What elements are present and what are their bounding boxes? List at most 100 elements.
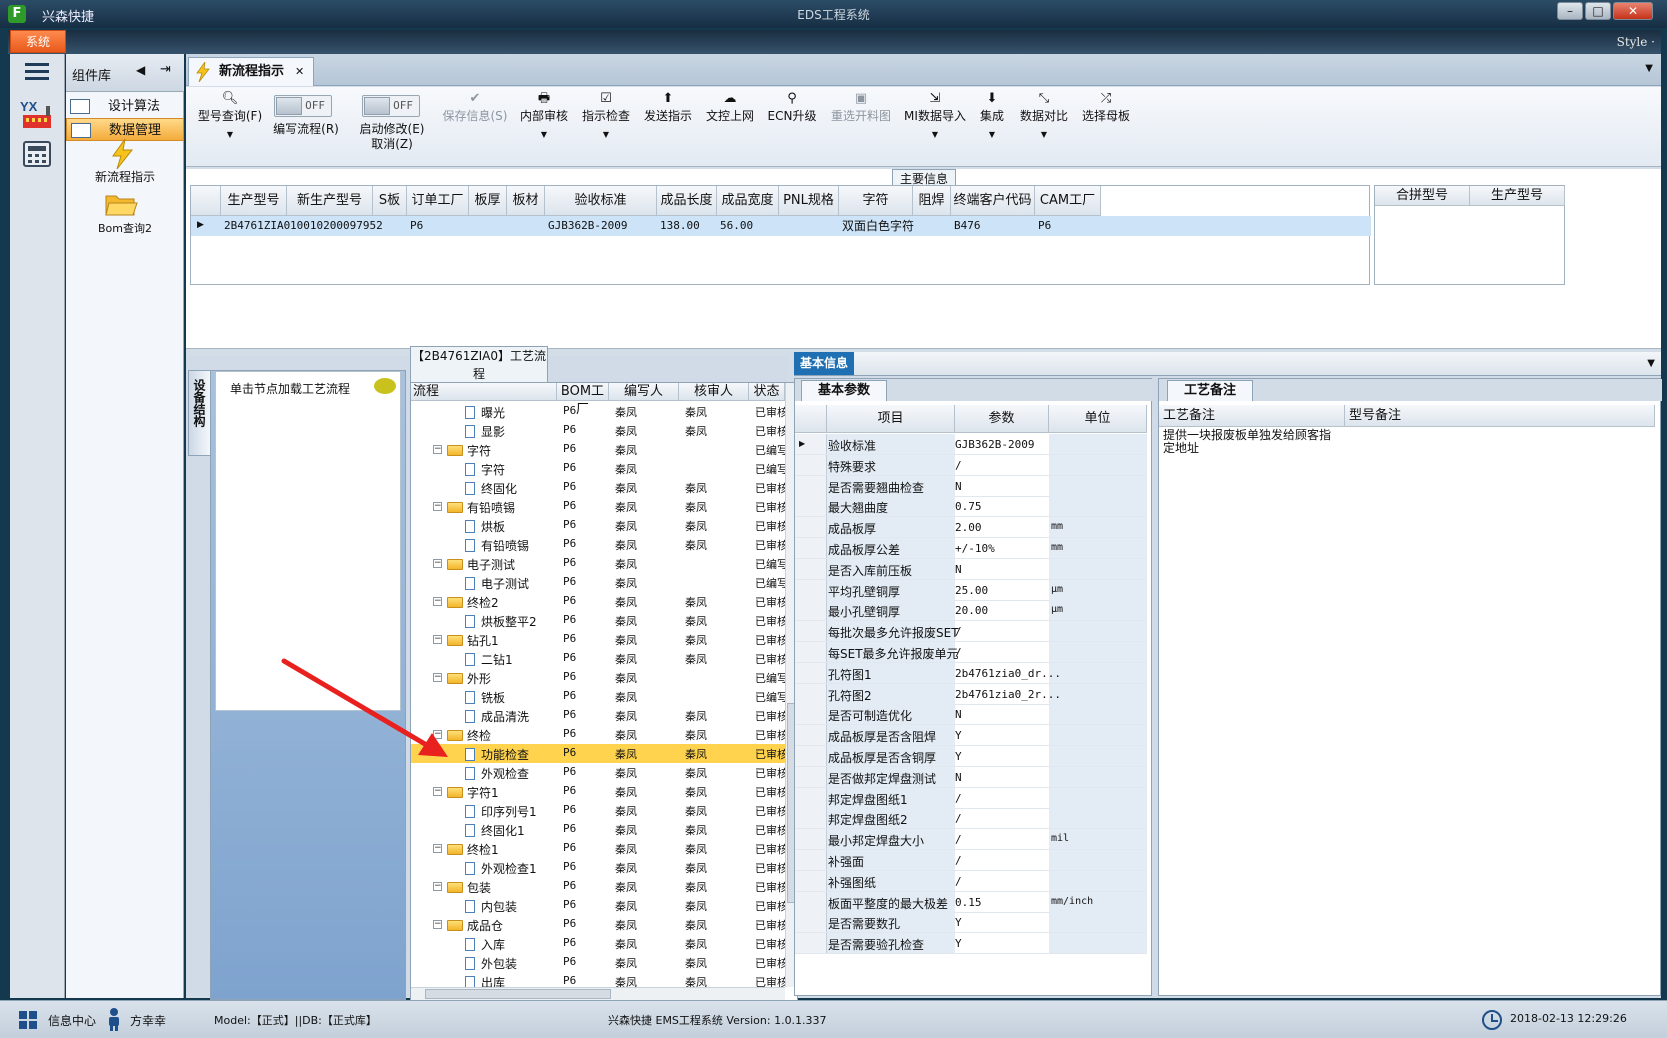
tree-row[interactable]: − 终检2 P6 秦凤 秦凤 已审核 xyxy=(411,592,795,611)
row-selector[interactable] xyxy=(795,579,827,600)
row-selector[interactable] xyxy=(795,475,827,496)
scrollbar-thumb[interactable] xyxy=(425,989,611,999)
row-selector[interactable] xyxy=(795,704,827,725)
row-selector[interactable] xyxy=(795,912,827,933)
param-row[interactable]: 成品板厚公差 +/-10% mm xyxy=(795,538,1147,559)
collapse-toggle-icon[interactable]: − xyxy=(433,787,442,796)
tree-row[interactable]: 印序列号1 P6 秦凤 秦凤 已审核 xyxy=(411,801,795,820)
col-header[interactable]: 合拼型号 xyxy=(1375,186,1470,206)
send-instruction-button[interactable]: ⬆ 发送指示 xyxy=(640,91,696,124)
tree-row[interactable]: 有铅喷锡 P6 秦凤 秦凤 已审核 xyxy=(411,535,795,554)
col-header[interactable]: 工艺备注 xyxy=(1159,405,1345,427)
mi-data-import-button[interactable]: ⇲ MI数据导入 ▼ xyxy=(902,91,968,139)
system-menu[interactable]: 系统 xyxy=(10,30,66,53)
col-header[interactable]: 项目 xyxy=(827,405,955,433)
col-header[interactable]: CAM工厂 xyxy=(1035,186,1101,216)
tree-row[interactable]: − 字符 P6 秦凤 已编写 xyxy=(411,440,795,459)
folder-open-icon[interactable] xyxy=(104,192,138,218)
tree-row[interactable]: 成品清洗 P6 秦凤 秦凤 已审核 xyxy=(411,706,795,725)
reselect-cutting-button[interactable]: ▣ 重选开料图 xyxy=(826,91,896,124)
internal-review-button[interactable]: 🖶 内部审核 ▼ xyxy=(516,91,572,139)
data-compare-button[interactable]: ⤡ 数据对比 ▼ xyxy=(1016,91,1072,139)
param-row[interactable]: 板面平整度的最大极差 0.15 mm/inch xyxy=(795,891,1147,913)
tab-close-icon[interactable]: ✕ xyxy=(295,58,304,85)
tree-row[interactable]: 入库 P6 秦凤 秦凤 已审核 xyxy=(411,934,795,953)
col-header[interactable]: 生产型号 xyxy=(221,186,287,216)
row-selector[interactable] xyxy=(795,746,827,766)
tree-row[interactable]: 外观检查1 P6 秦凤 秦凤 已审核 xyxy=(411,858,795,877)
tree-row[interactable]: − 电子测试 P6 秦凤 已编写 xyxy=(411,554,795,573)
row-selector[interactable] xyxy=(795,808,827,829)
col-header[interactable]: S板 xyxy=(373,186,407,216)
tree-row[interactable]: − 钻孔1 P6 秦凤 秦凤 已审核 xyxy=(411,630,795,649)
param-row[interactable]: 是否需要数孔 Y xyxy=(795,912,1147,934)
param-row[interactable]: 每SET最多允许报废单元 / xyxy=(795,642,1147,663)
ecn-upgrade-button[interactable]: ⚲ ECN升级 xyxy=(764,91,820,124)
calculator-icon[interactable] xyxy=(21,140,53,170)
close-window-button[interactable]: ✕ xyxy=(1613,2,1653,20)
maximize-button[interactable]: □ xyxy=(1585,2,1611,20)
row-selector[interactable] xyxy=(795,766,827,787)
col-header[interactable]: 型号备注 xyxy=(1345,405,1655,427)
col-header[interactable]: 验收标准 xyxy=(545,186,657,216)
minimize-button[interactable]: – xyxy=(1557,2,1583,20)
tree-row[interactable]: − 终检 P6 秦凤 秦凤 已审核 xyxy=(411,725,795,744)
row-selector[interactable] xyxy=(795,662,827,683)
param-row[interactable]: 成品板厚是否含阻焊 Y xyxy=(795,725,1147,747)
tab-process-notes[interactable]: 工艺备注 xyxy=(1167,380,1253,401)
tree-row[interactable]: 内包装 P6 秦凤 秦凤 已审核 xyxy=(411,896,795,915)
param-row[interactable]: 孔符图1 2b4761zia0_dr... xyxy=(795,662,1147,684)
row-selector[interactable] xyxy=(795,787,827,808)
collapse-left-icon[interactable]: ◀ xyxy=(136,63,145,77)
lightning-icon[interactable] xyxy=(108,138,138,170)
collapse-toggle-icon[interactable]: − xyxy=(433,597,442,606)
col-header[interactable]: 单位 xyxy=(1049,405,1147,433)
style-menu[interactable]: Style · xyxy=(1617,35,1655,49)
col-header[interactable]: 新生产型号 xyxy=(287,186,373,216)
row-selector[interactable] xyxy=(795,517,827,538)
select-motherboard-button[interactable]: ⤮ 选择母板 xyxy=(1078,91,1134,124)
row-selector[interactable] xyxy=(795,496,827,517)
vertical-tab-device[interactable]: 设备结构 xyxy=(188,370,210,456)
col-header[interactable]: 成品宽度 xyxy=(717,186,779,216)
row-selector[interactable] xyxy=(795,683,827,704)
factory-logo-icon[interactable]: YX xyxy=(19,98,55,130)
param-row[interactable]: 平均孔壁铜厚 25.00 μm xyxy=(795,579,1147,601)
col-header[interactable]: 终端客户代码 xyxy=(951,186,1035,216)
row-selector[interactable] xyxy=(795,829,827,850)
col-header[interactable]: 字符 xyxy=(839,186,913,216)
tree-row[interactable]: − 成品仓 P6 秦凤 秦凤 已审核 xyxy=(411,915,795,934)
param-row[interactable]: 是否做邦定焊盘测试 N xyxy=(795,766,1147,788)
tree-row[interactable]: 烘板 P6 秦凤 秦凤 已审核 xyxy=(411,516,795,535)
param-row[interactable]: 是否可制造优化 N xyxy=(795,704,1147,726)
row-selector[interactable] xyxy=(795,558,827,579)
enable-edit-toggle[interactable]: OFF xyxy=(362,95,420,117)
tree-row[interactable]: 外包装 P6 秦凤 秦凤 已审核 xyxy=(411,953,795,972)
param-row[interactable]: 邦定焊盘图纸2 / xyxy=(795,808,1147,830)
tree-row[interactable]: 电子测试 P6 秦凤 已编写 xyxy=(411,573,795,592)
row-selector[interactable] xyxy=(795,454,827,475)
grid-icon[interactable] xyxy=(18,1010,38,1030)
tree-row[interactable]: 终固化 P6 秦凤 秦凤 已审核 xyxy=(411,478,795,497)
param-row[interactable]: 最小邦定焊盘大小 / mil xyxy=(795,829,1147,851)
info-center-link[interactable]: 信息中心 xyxy=(48,1012,96,1029)
row-selector[interactable] xyxy=(795,850,827,870)
collapse-toggle-icon[interactable]: − xyxy=(433,445,442,454)
tree-row[interactable]: − 终检1 P6 秦凤 秦凤 已审核 xyxy=(411,839,795,858)
param-row[interactable]: 成品板厚是否含铜厚 Y xyxy=(795,746,1147,767)
basic-info-title[interactable]: 基本信息 xyxy=(794,352,854,375)
save-info-button[interactable]: ✔ 保存信息(S) xyxy=(438,91,512,124)
col-header[interactable]: 核审人 xyxy=(679,383,749,401)
tool-bom-query[interactable]: Bom查询2 xyxy=(66,220,184,236)
model-query-button[interactable]: 🔍︎ 型号查询(F) ▼ xyxy=(194,91,266,139)
param-row[interactable]: 补强面 / xyxy=(795,850,1147,871)
tree-row[interactable]: − 有铅喷锡 P6 秦凤 秦凤 已审核 xyxy=(411,497,795,516)
row-selector[interactable] xyxy=(795,621,827,642)
row-selector[interactable] xyxy=(795,642,827,662)
row-selector[interactable] xyxy=(795,870,827,891)
tree-row[interactable]: 二钻1 P6 秦凤 秦凤 已审核 xyxy=(411,649,795,668)
collapse-toggle-icon[interactable]: − xyxy=(433,844,442,853)
param-row[interactable]: 孔符图2 2b4761zia0_2r... xyxy=(795,683,1147,705)
process-note-text[interactable]: 提供一块报废板单独发给顾客指定地址 xyxy=(1163,429,1331,455)
col-header[interactable]: 编写人 xyxy=(609,383,679,401)
